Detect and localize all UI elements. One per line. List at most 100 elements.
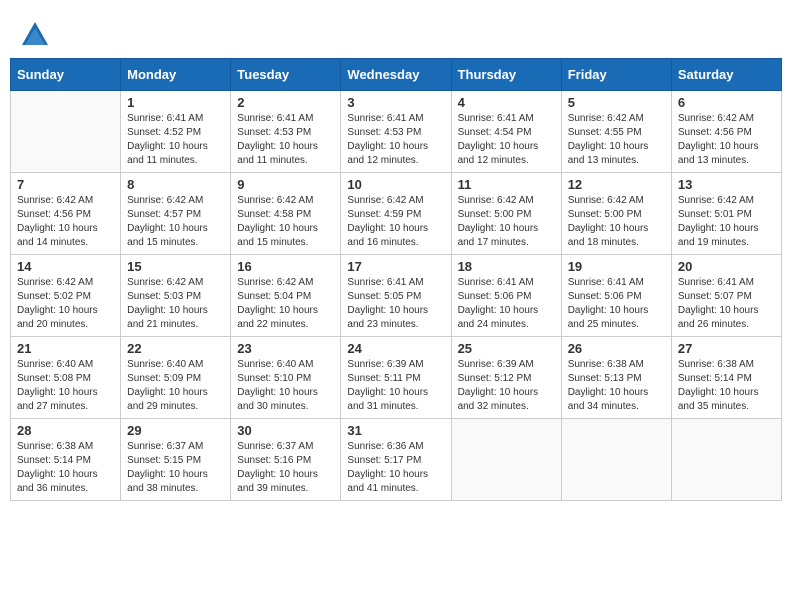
day-number: 25 <box>458 341 555 356</box>
day-info: Sunrise: 6:37 AM Sunset: 5:15 PM Dayligh… <box>127 440 224 496</box>
calendar-week-row: 1 Sunrise: 6:41 AM Sunset: 4:52 PM Daylig… <box>11 91 782 173</box>
calendar-cell: 18 Sunrise: 6:41 AM Sunset: 5:06 PM Dayli… <box>451 255 561 337</box>
calendar-cell <box>11 91 121 173</box>
day-info: Sunrise: 6:40 AM Sunset: 5:09 PM Dayligh… <box>127 358 224 414</box>
calendar-cell: 21 Sunrise: 6:40 AM Sunset: 5:08 PM Dayli… <box>11 337 121 419</box>
header-sunday: Sunday <box>11 59 121 91</box>
calendar-cell: 8 Sunrise: 6:42 AM Sunset: 4:57 PM Daylig… <box>121 173 231 255</box>
calendar-cell: 25 Sunrise: 6:39 AM Sunset: 5:12 PM Dayli… <box>451 337 561 419</box>
calendar-cell: 20 Sunrise: 6:41 AM Sunset: 5:07 PM Dayli… <box>671 255 781 337</box>
day-info: Sunrise: 6:39 AM Sunset: 5:12 PM Dayligh… <box>458 358 555 414</box>
day-info: Sunrise: 6:42 AM Sunset: 4:56 PM Dayligh… <box>678 112 775 168</box>
calendar-cell: 30 Sunrise: 6:37 AM Sunset: 5:16 PM Dayli… <box>231 419 341 501</box>
day-info: Sunrise: 6:42 AM Sunset: 5:02 PM Dayligh… <box>17 276 114 332</box>
day-number: 21 <box>17 341 114 356</box>
day-info: Sunrise: 6:41 AM Sunset: 5:07 PM Dayligh… <box>678 276 775 332</box>
day-number: 19 <box>568 259 665 274</box>
day-number: 3 <box>347 95 444 110</box>
calendar-cell: 29 Sunrise: 6:37 AM Sunset: 5:15 PM Dayli… <box>121 419 231 501</box>
calendar-cell: 24 Sunrise: 6:39 AM Sunset: 5:11 PM Dayli… <box>341 337 451 419</box>
calendar-cell: 9Sunrise: 6:42 AM Sunset: 4:58 PM Daylig… <box>231 173 341 255</box>
calendar-cell: 7Sunrise: 6:42 AM Sunset: 4:56 PM Daylig… <box>11 173 121 255</box>
day-number: 17 <box>347 259 444 274</box>
day-number: 1 <box>127 95 224 110</box>
day-info: Sunrise: 6:38 AM Sunset: 5:14 PM Dayligh… <box>17 440 114 496</box>
calendar-week-row: 14 Sunrise: 6:42 AM Sunset: 5:02 PM Dayli… <box>11 255 782 337</box>
logo <box>20 20 54 50</box>
day-number: 29 <box>127 423 224 438</box>
day-info: Sunrise: 6:39 AM Sunset: 5:11 PM Dayligh… <box>347 358 444 414</box>
calendar-cell: 1 Sunrise: 6:41 AM Sunset: 4:52 PM Daylig… <box>121 91 231 173</box>
header-wednesday: Wednesday <box>341 59 451 91</box>
calendar-cell: 5 Sunrise: 6:42 AM Sunset: 4:55 PM Daylig… <box>561 91 671 173</box>
day-info: Sunrise: 6:41 AM Sunset: 4:53 PM Dayligh… <box>347 112 444 168</box>
day-number: 13 <box>678 177 775 192</box>
calendar-cell: 6Sunrise: 6:42 AM Sunset: 4:56 PM Daylig… <box>671 91 781 173</box>
calendar-cell: 28 Sunrise: 6:38 AM Sunset: 5:14 PM Dayli… <box>11 419 121 501</box>
day-number: 28 <box>17 423 114 438</box>
day-number: 5 <box>568 95 665 110</box>
day-number: 18 <box>458 259 555 274</box>
day-number: 27 <box>678 341 775 356</box>
calendar-week-row: 28 Sunrise: 6:38 AM Sunset: 5:14 PM Dayli… <box>11 419 782 501</box>
day-number: 26 <box>568 341 665 356</box>
day-number: 31 <box>347 423 444 438</box>
calendar-cell: 11Sunrise: 6:42 AM Sunset: 5:00 PM Dayli… <box>451 173 561 255</box>
day-info: Sunrise: 6:42 AM Sunset: 4:58 PM Dayligh… <box>237 194 334 250</box>
day-info: Sunrise: 6:38 AM Sunset: 5:13 PM Dayligh… <box>568 358 665 414</box>
calendar-table: SundayMondayTuesdayWednesdayThursdayFrid… <box>10 58 782 501</box>
calendar-week-row: 21 Sunrise: 6:40 AM Sunset: 5:08 PM Dayli… <box>11 337 782 419</box>
day-info: Sunrise: 6:41 AM Sunset: 4:54 PM Dayligh… <box>458 112 555 168</box>
calendar-week-row: 7Sunrise: 6:42 AM Sunset: 4:56 PM Daylig… <box>11 173 782 255</box>
day-info: Sunrise: 6:42 AM Sunset: 4:59 PM Dayligh… <box>347 194 444 250</box>
header-tuesday: Tuesday <box>231 59 341 91</box>
day-info: Sunrise: 6:40 AM Sunset: 5:08 PM Dayligh… <box>17 358 114 414</box>
calendar-cell: 3 Sunrise: 6:41 AM Sunset: 4:53 PM Daylig… <box>341 91 451 173</box>
day-number: 10 <box>347 177 444 192</box>
calendar-header-row: SundayMondayTuesdayWednesdayThursdayFrid… <box>11 59 782 91</box>
day-info: Sunrise: 6:41 AM Sunset: 5:06 PM Dayligh… <box>568 276 665 332</box>
header-friday: Friday <box>561 59 671 91</box>
day-info: Sunrise: 6:41 AM Sunset: 5:05 PM Dayligh… <box>347 276 444 332</box>
day-number: 4 <box>458 95 555 110</box>
day-info: Sunrise: 6:42 AM Sunset: 4:57 PM Dayligh… <box>127 194 224 250</box>
day-info: Sunrise: 6:41 AM Sunset: 5:06 PM Dayligh… <box>458 276 555 332</box>
day-info: Sunrise: 6:42 AM Sunset: 4:56 PM Dayligh… <box>17 194 114 250</box>
day-info: Sunrise: 6:42 AM Sunset: 5:00 PM Dayligh… <box>458 194 555 250</box>
day-number: 23 <box>237 341 334 356</box>
calendar-cell: 31 Sunrise: 6:36 AM Sunset: 5:17 PM Dayli… <box>341 419 451 501</box>
day-info: Sunrise: 6:42 AM Sunset: 5:03 PM Dayligh… <box>127 276 224 332</box>
day-info: Sunrise: 6:41 AM Sunset: 4:53 PM Dayligh… <box>237 112 334 168</box>
day-number: 15 <box>127 259 224 274</box>
day-info: Sunrise: 6:41 AM Sunset: 4:52 PM Dayligh… <box>127 112 224 168</box>
day-number: 12 <box>568 177 665 192</box>
day-info: Sunrise: 6:36 AM Sunset: 5:17 PM Dayligh… <box>347 440 444 496</box>
calendar-cell <box>451 419 561 501</box>
calendar-cell: 10 Sunrise: 6:42 AM Sunset: 4:59 PM Dayli… <box>341 173 451 255</box>
calendar-cell: 15 Sunrise: 6:42 AM Sunset: 5:03 PM Dayli… <box>121 255 231 337</box>
day-number: 20 <box>678 259 775 274</box>
day-number: 16 <box>237 259 334 274</box>
day-info: Sunrise: 6:42 AM Sunset: 5:00 PM Dayligh… <box>568 194 665 250</box>
calendar-cell: 2Sunrise: 6:41 AM Sunset: 4:53 PM Daylig… <box>231 91 341 173</box>
day-info: Sunrise: 6:40 AM Sunset: 5:10 PM Dayligh… <box>237 358 334 414</box>
day-info: Sunrise: 6:37 AM Sunset: 5:16 PM Dayligh… <box>237 440 334 496</box>
day-info: Sunrise: 6:42 AM Sunset: 5:04 PM Dayligh… <box>237 276 334 332</box>
day-number: 30 <box>237 423 334 438</box>
header-saturday: Saturday <box>671 59 781 91</box>
calendar-cell: 19 Sunrise: 6:41 AM Sunset: 5:06 PM Dayli… <box>561 255 671 337</box>
header-monday: Monday <box>121 59 231 91</box>
logo-icon <box>20 20 50 50</box>
calendar-cell: 27Sunrise: 6:38 AM Sunset: 5:14 PM Dayli… <box>671 337 781 419</box>
calendar-cell <box>561 419 671 501</box>
day-number: 14 <box>17 259 114 274</box>
day-info: Sunrise: 6:42 AM Sunset: 4:55 PM Dayligh… <box>568 112 665 168</box>
day-number: 24 <box>347 341 444 356</box>
calendar-cell: 17 Sunrise: 6:41 AM Sunset: 5:05 PM Dayli… <box>341 255 451 337</box>
calendar-cell <box>671 419 781 501</box>
calendar-cell: 13Sunrise: 6:42 AM Sunset: 5:01 PM Dayli… <box>671 173 781 255</box>
calendar-cell: 4 Sunrise: 6:41 AM Sunset: 4:54 PM Daylig… <box>451 91 561 173</box>
calendar-cell: 12 Sunrise: 6:42 AM Sunset: 5:00 PM Dayli… <box>561 173 671 255</box>
day-number: 8 <box>127 177 224 192</box>
header-thursday: Thursday <box>451 59 561 91</box>
